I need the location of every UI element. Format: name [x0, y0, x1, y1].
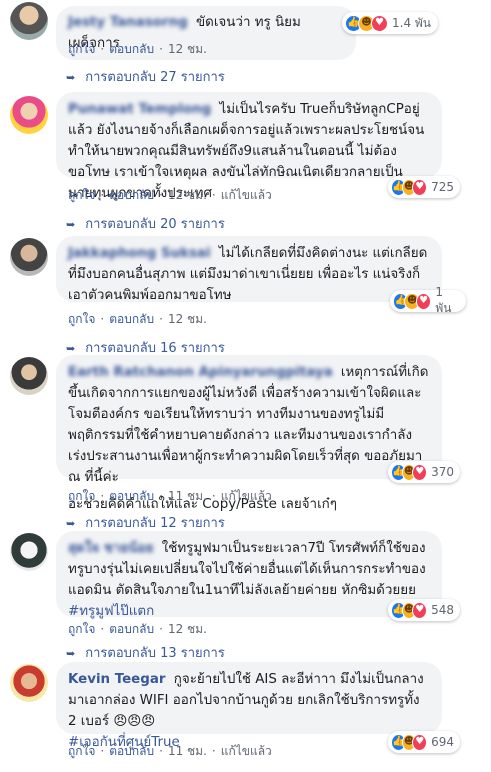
avatar[interactable]	[10, 664, 48, 702]
reply-link[interactable]: ตอบกลับ	[109, 489, 154, 503]
reaction-summary[interactable]: 👍 ☻ ♥ 725	[388, 176, 460, 198]
avatar[interactable]	[10, 96, 48, 134]
comment-bubble: Punawat Templong ไม่เป็นไรครับ Trueก็บริ…	[56, 92, 442, 201]
comment-actions: ถูกใจ · ตอบกลับ · 11 ชม. · แก้ไขแล้ว	[68, 489, 272, 503]
love-icon: ♥	[412, 463, 428, 481]
reaction-summary[interactable]: 👍 ☻ ♥ 370	[388, 461, 460, 483]
love-icon: ♥	[415, 292, 432, 310]
reply-arrow-icon: ➥	[66, 517, 76, 530]
comment-author[interactable]: Jakkaphong Suksai	[68, 246, 211, 261]
reply-link[interactable]: ตอบกลับ	[109, 188, 154, 202]
comment-author[interactable]: Earth Ratchanon Apinyarungpitaya	[68, 365, 333, 380]
comment-author[interactable]: Kevin Teegar	[68, 672, 165, 687]
comment-bubble: Jakkaphong Suksai ไม่ได้เกลียดที่มึงคิดต…	[56, 236, 442, 303]
like-link[interactable]: ถูกใจ	[68, 489, 95, 503]
reaction-count: 694	[431, 735, 455, 749]
comment-actions: ถูกใจ · ตอบกลับ · 12 ชม. · แก้ไขแล้ว	[68, 188, 272, 202]
comment-author[interactable]: Jesty Tanasorng	[68, 15, 188, 30]
reaction-count: 370	[431, 465, 455, 479]
reaction-count: 1 พัน	[435, 284, 452, 315]
like-link[interactable]: ถูกใจ	[68, 622, 95, 636]
reaction-count: 548	[431, 603, 455, 617]
replies-count: การตอบกลับ 27 รายการ	[85, 70, 225, 85]
comment-bubble: สุดใจ ชายน้อย ใช้ทรูมูฟมาเป็นระยะเวลา7ปี…	[56, 531, 442, 619]
reply-arrow-icon: ➥	[66, 342, 76, 355]
edited-label[interactable]: แก้ไขแล้ว	[221, 188, 272, 202]
reaction-summary[interactable]: 👍 ☻ ♥ 1.4 พัน	[342, 12, 438, 34]
reaction-summary[interactable]: 👍 ☻ ♥ 548	[388, 599, 460, 621]
comment-actions: ถูกใจ · ตอบกลับ · 11 ชม. · แก้ไขแล้ว	[68, 744, 272, 758]
comment-author[interactable]: Punawat Templong	[68, 102, 211, 117]
avatar[interactable]	[10, 357, 48, 395]
reaction-count: 725	[431, 180, 455, 194]
comment-bubble: Kevin Teegar กูจะย้ายไปใช้ AIS ละอีห่าาา…	[56, 662, 442, 750]
replies-count: การตอบกลับ 20 รายการ	[85, 217, 225, 232]
love-icon: ♥	[371, 14, 388, 32]
reply-arrow-icon: ➥	[66, 71, 76, 84]
reply-link[interactable]: ตอบกลับ	[109, 42, 154, 56]
reply-link[interactable]: ตอบกลับ	[109, 622, 154, 636]
avatar[interactable]	[10, 533, 48, 571]
timestamp[interactable]: 11 ชม.	[168, 744, 207, 758]
avatar[interactable]	[10, 238, 48, 276]
reply-arrow-icon: ➥	[66, 218, 76, 231]
reply-arrow-icon: ➥	[66, 647, 76, 660]
reaction-summary[interactable]: 👍 ☻ ♥ 694	[388, 731, 460, 753]
avatar[interactable]	[10, 2, 48, 40]
edited-label[interactable]: แก้ไขแล้ว	[221, 489, 272, 503]
like-link[interactable]: ถูกใจ	[68, 312, 95, 326]
love-icon: ♥	[412, 733, 428, 751]
timestamp[interactable]: 11 ชม.	[168, 489, 207, 503]
like-link[interactable]: ถูกใจ	[68, 744, 95, 758]
reply-link[interactable]: ตอบกลับ	[109, 744, 154, 758]
view-replies-link[interactable]: ➥ การตอบกลับ 13 รายการ	[66, 642, 225, 663]
comment-actions: ถูกใจ · ตอบกลับ · 12 ชม.	[68, 42, 207, 56]
view-replies-link[interactable]: ➥ การตอบกลับ 12 รายการ	[66, 512, 225, 533]
timestamp[interactable]: 12 ชม.	[168, 622, 207, 636]
replies-count: การตอบกลับ 12 รายการ	[85, 516, 225, 531]
view-replies-link[interactable]: ➥ การตอบกลับ 20 รายการ	[66, 213, 225, 234]
love-icon: ♥	[412, 178, 428, 196]
reaction-count: 1.4 พัน	[392, 15, 432, 30]
comment-actions: ถูกใจ · ตอบกลับ · 12 ชม.	[68, 622, 207, 636]
view-replies-link[interactable]: ➥ การตอบกลับ 27 รายการ	[66, 66, 225, 87]
edited-label[interactable]: แก้ไขแล้ว	[221, 744, 272, 758]
replies-count: การตอบกลับ 16 รายการ	[85, 341, 225, 356]
reaction-summary[interactable]: 👍 ☻ ♥ 1 พัน	[390, 285, 466, 315]
like-link[interactable]: ถูกใจ	[68, 188, 95, 202]
comment-text: เหตุการณ์ที่เกิดขึ้นเกิดจากการแยกของผู้ไ…	[68, 365, 429, 485]
reply-link[interactable]: ตอบกลับ	[109, 312, 154, 326]
comment-bubble: Earth Ratchanon Apinyarungpitaya เหตุการ…	[56, 355, 442, 512]
hashtag-link[interactable]: #ทรูมูฟไป๊แตก	[68, 604, 154, 619]
comment-author[interactable]: สุดใจ ชายน้อย	[68, 541, 153, 556]
timestamp[interactable]: 12 ชม.	[168, 42, 207, 56]
timestamp[interactable]: 12 ชม.	[168, 312, 207, 326]
comment-actions: ถูกใจ · ตอบกลับ · 12 ชม.	[68, 312, 207, 326]
timestamp[interactable]: 12 ชม.	[168, 188, 207, 202]
love-icon: ♥	[412, 601, 428, 619]
replies-count: การตอบกลับ 13 รายการ	[85, 646, 225, 661]
like-link[interactable]: ถูกใจ	[68, 42, 95, 56]
